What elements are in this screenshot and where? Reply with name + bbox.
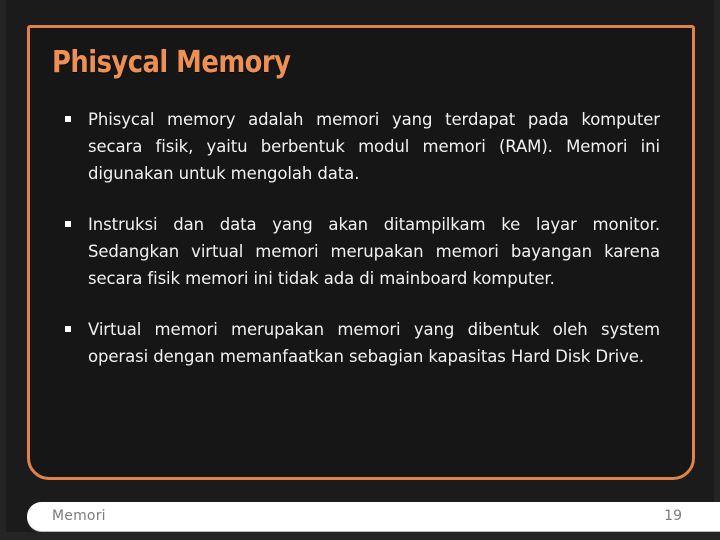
footer-label: Memori: [52, 508, 106, 524]
square-bullet-icon: [65, 326, 71, 332]
bullet-list: Phisycal memory adalah memori yang terda…: [60, 106, 660, 370]
slide-right-edge: [714, 0, 720, 540]
page-number: 19: [664, 508, 682, 524]
bullet-text: Phisycal memory adalah memori yang terda…: [88, 110, 660, 183]
slide-footer: Memori 19: [27, 502, 720, 531]
square-bullet-icon: [65, 116, 71, 122]
list-item: Instruksi dan data yang akan ditampilkam…: [60, 211, 660, 292]
slide-bottom-edge: [0, 532, 720, 540]
list-item: Virtual memori merupakan memori yang dib…: [60, 316, 660, 370]
bullet-text: Virtual memori merupakan memori yang dib…: [88, 320, 660, 366]
slide-title: Phisycal Memory: [52, 45, 291, 80]
square-bullet-icon: [65, 221, 71, 227]
content-panel: Phisycal Memory Phisycal memory adalah m…: [27, 25, 695, 480]
presentation-slide: Phisycal Memory Phisycal memory adalah m…: [0, 0, 720, 540]
bullet-text: Instruksi dan data yang akan ditampilkam…: [88, 215, 660, 288]
list-item: Phisycal memory adalah memori yang terda…: [60, 106, 660, 187]
slide-left-edge: [0, 0, 6, 540]
